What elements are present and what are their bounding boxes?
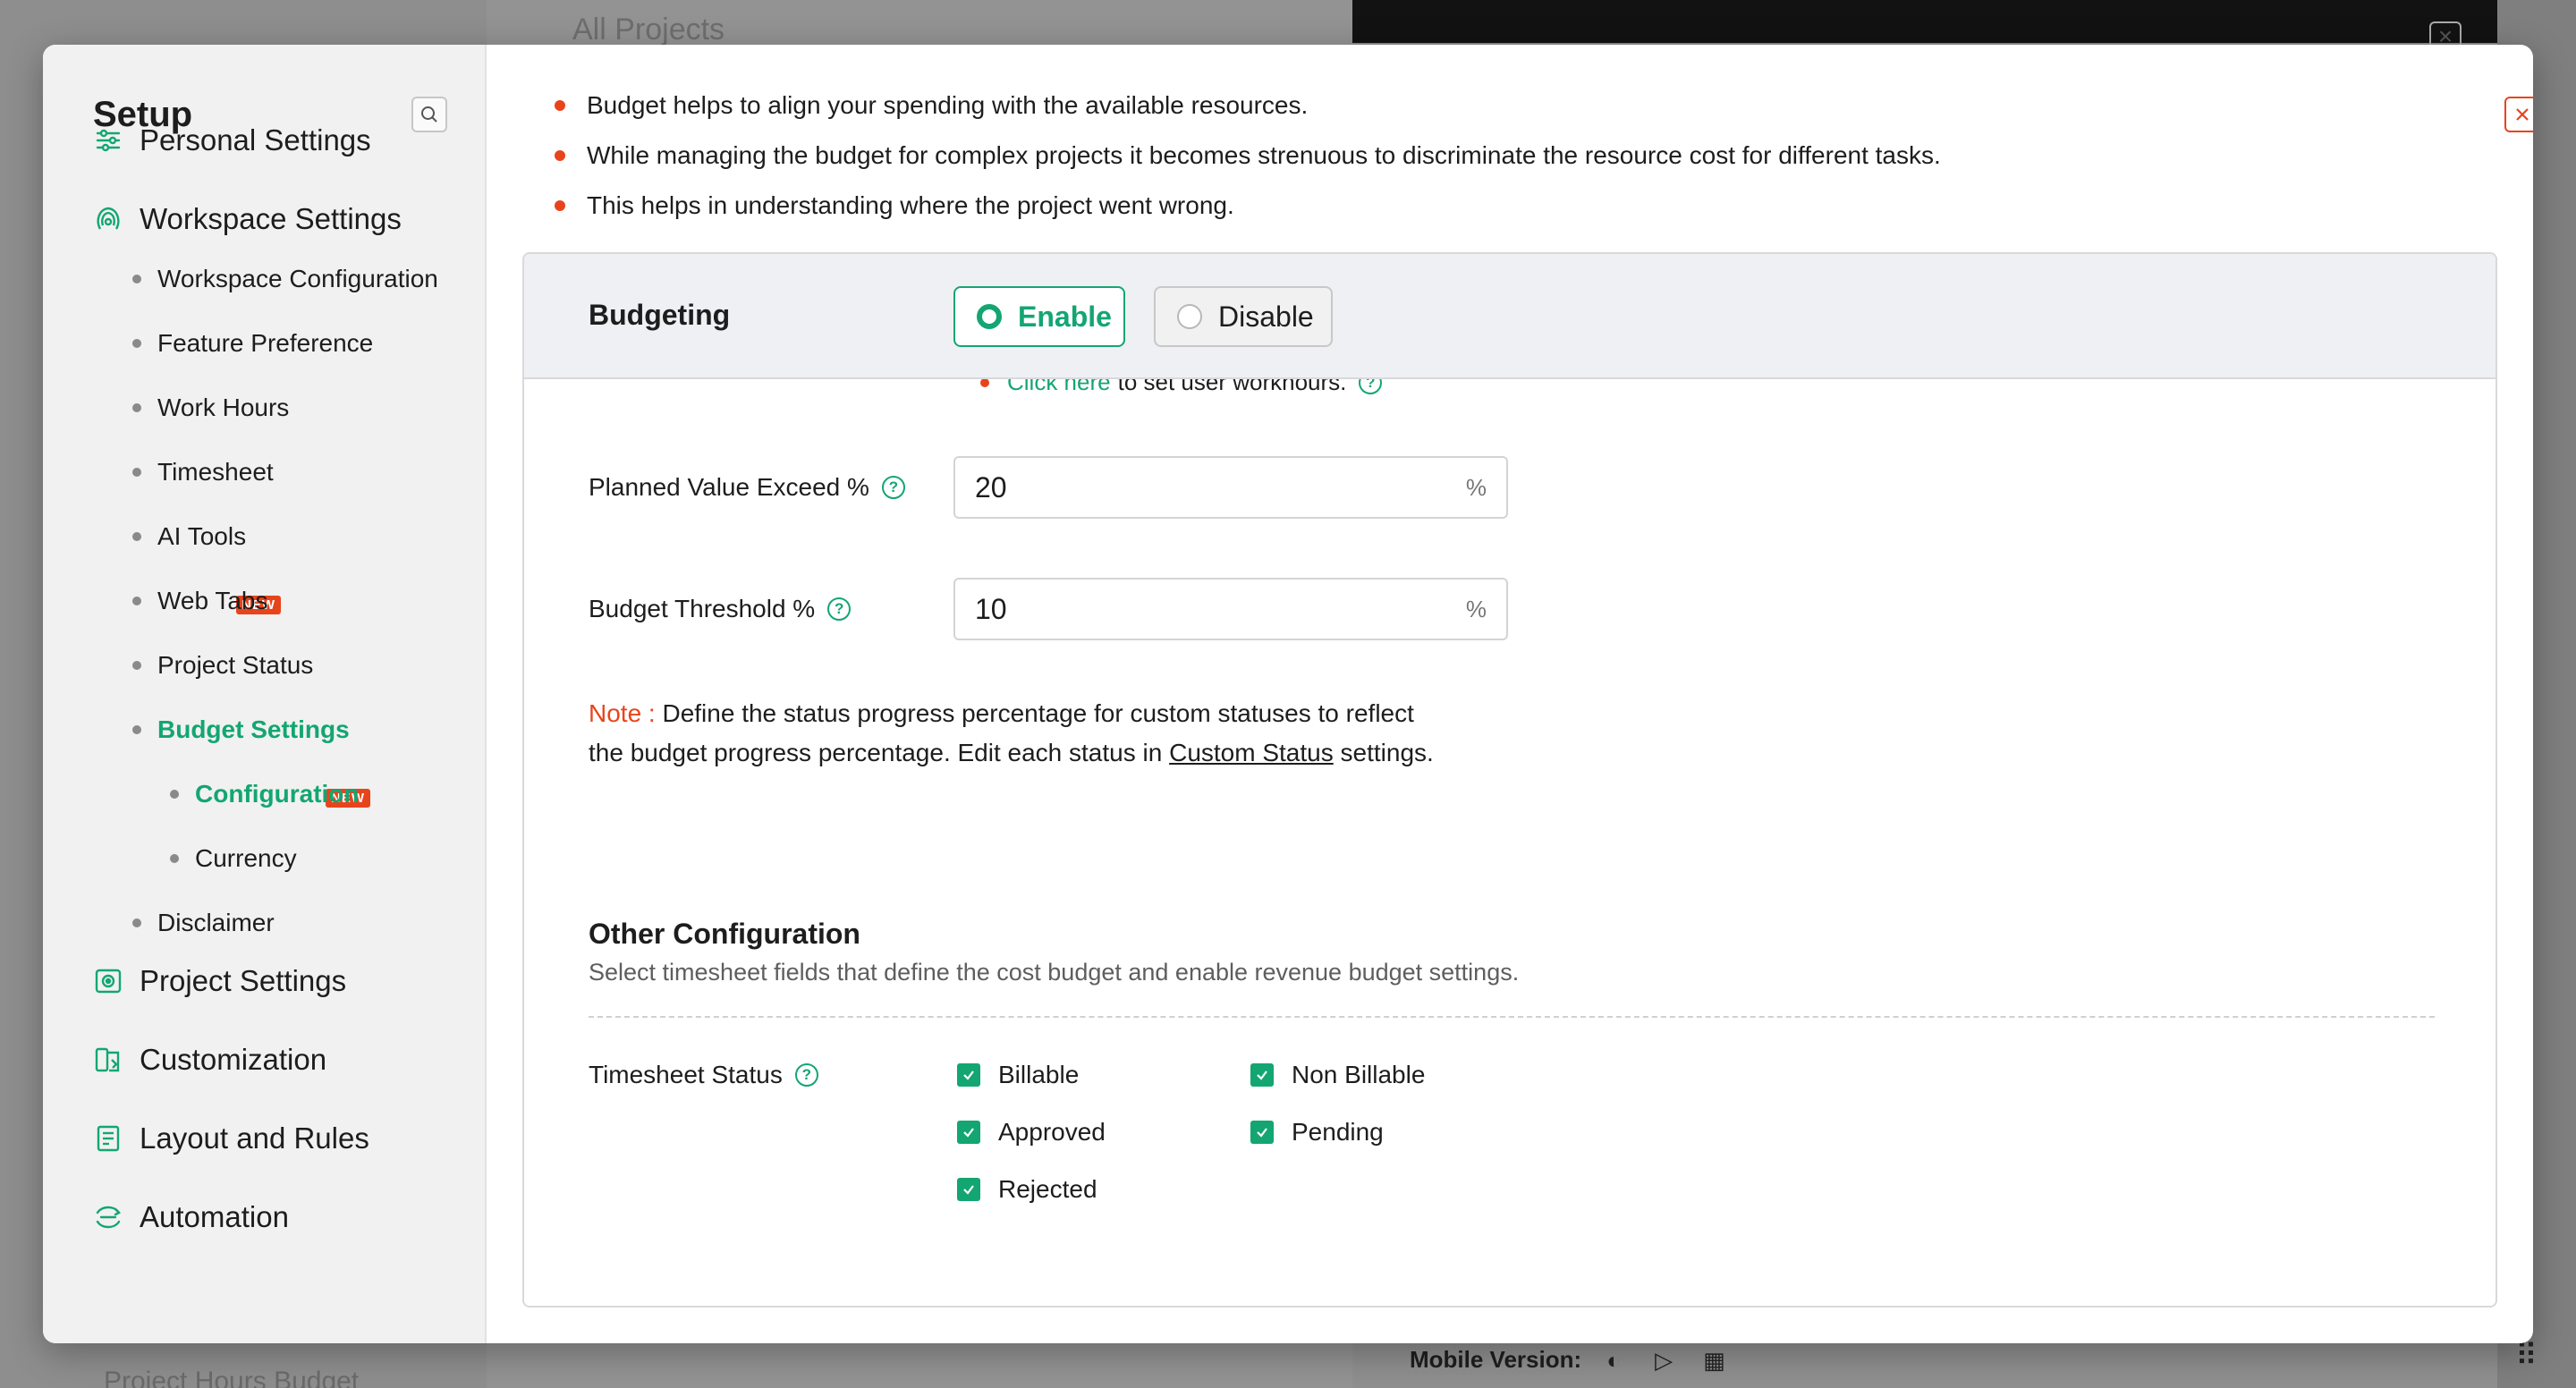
background-bottom-text: Project Hours Budget [104, 1367, 360, 1388]
setup-sidebar: Setup Personal Settings Workspace Settin… [43, 45, 487, 1343]
custom-status-link[interactable]: Custom Status [1169, 739, 1334, 766]
checkbox-checked-icon [1250, 1063, 1274, 1087]
disable-radio-button[interactable]: Disable [1154, 286, 1333, 347]
sidebar-subitem-currency[interactable]: Currency [170, 844, 297, 873]
sidebar-group-label: Layout and Rules [140, 1121, 369, 1155]
budget-intro-list: Budget helps to align your spending with… [555, 80, 1941, 231]
checkbox-checked-icon [1250, 1121, 1274, 1144]
background-page-title: All Projects [572, 13, 725, 47]
checkbox-checked-icon [957, 1121, 980, 1144]
sidebar-item-web-tabs[interactable]: Web Tabs [132, 587, 267, 615]
sidebar-group-workspace-settings[interactable]: Workspace Settings [93, 202, 402, 236]
setup-content: Budget helps to align your spending with… [487, 45, 2533, 1343]
list-item: This helps in understanding where the pr… [555, 181, 1941, 231]
background-top-bar [1352, 0, 2497, 43]
sidebar-group-label: Customization [140, 1043, 327, 1076]
sidebar-group-customization[interactable]: Customization [93, 1043, 326, 1077]
other-configuration-title: Other Configuration [589, 918, 860, 950]
budgeting-label: Budgeting [589, 299, 731, 331]
other-configuration-subtitle: Select timesheet fields that define the … [589, 959, 1520, 986]
percent-unit: % [1465, 595, 1487, 622]
sidebar-group-personal-settings[interactable]: Personal Settings [93, 123, 371, 157]
sidebar-group-automation[interactable]: Automation [93, 1200, 289, 1234]
help-icon[interactable]: ? [881, 476, 905, 499]
sidebar-group-label: Automation [140, 1200, 289, 1233]
checkbox-billable[interactable]: Billable [957, 1061, 1079, 1089]
search-icon [421, 106, 437, 123]
workspace-icon [97, 207, 120, 230]
project-icon [95, 969, 122, 994]
checkbox-pending[interactable]: Pending [1250, 1118, 1384, 1147]
radio-selected-icon [977, 304, 1002, 329]
sidebar-subitem-configuration[interactable]: Configuration [170, 780, 360, 808]
sidebar-group-label: Personal Settings [140, 123, 371, 157]
divider [589, 1016, 2435, 1018]
sidebar-item-disclaimer[interactable]: Disclaimer [132, 909, 275, 937]
automation-icon [96, 1206, 122, 1229]
help-icon[interactable]: ? [794, 1063, 818, 1087]
close-button[interactable] [2504, 97, 2533, 132]
sidebar-group-label: Project Settings [140, 964, 347, 997]
budgeting-toggle-header: Budgeting Enable Disable [524, 254, 2496, 379]
budget-threshold-row: Budget Threshold %? 10 % [589, 578, 1572, 640]
mobile-version-bar: Mobile Version: ◐ ▷ ▦ [1410, 1346, 1726, 1374]
customization-icon [95, 1047, 120, 1072]
list-item: While managing the budget for complex pr… [555, 131, 1941, 181]
sidebar-item-ai-tools[interactable]: AI Tools [132, 522, 246, 551]
checkbox-checked-icon [957, 1063, 980, 1087]
help-icon[interactable]: ? [827, 597, 852, 621]
sidebar-item-work-hours[interactable]: Work Hours [132, 394, 289, 422]
sidebar-group-label: Workspace Settings [140, 202, 402, 235]
timesheet-status-label: Timesheet Status ? [589, 1061, 818, 1089]
sidebar-search-button[interactable] [411, 97, 447, 132]
sliders-icon [96, 129, 121, 152]
apple-icon[interactable]: ◐ [1606, 1349, 1630, 1372]
checkbox-approved[interactable]: Approved [957, 1118, 1106, 1147]
budget-threshold-input[interactable]: 10 % [953, 578, 1508, 640]
sidebar-item-timesheet[interactable]: Timesheet [132, 458, 274, 487]
enable-radio-button[interactable]: Enable [953, 286, 1125, 347]
qr-code-icon[interactable]: ▦ [1703, 1349, 1726, 1372]
planned-value-exceed-row: Planned Value Exceed %? 20 % [589, 456, 1572, 519]
list-item: Budget helps to align your spending with… [555, 80, 1941, 131]
sidebar-item-feature-preference[interactable]: Feature Preference [132, 329, 373, 358]
sidebar-group-project-settings[interactable]: Project Settings [93, 964, 346, 998]
layout-icon [97, 1125, 120, 1152]
radio-unselected-icon [1177, 304, 1202, 329]
status-progress-note: Note : Define the status progress percen… [589, 699, 1434, 766]
setup-modal: Setup Personal Settings Workspace Settin… [43, 45, 2533, 1343]
percent-unit: % [1465, 473, 1487, 501]
apps-grid-icon[interactable]: ⠿ [2515, 1338, 2538, 1374]
mobile-version-label: Mobile Version: [1410, 1346, 1582, 1373]
close-icon [2516, 108, 2529, 121]
sidebar-item-project-status[interactable]: Project Status [132, 651, 313, 680]
play-store-icon[interactable]: ▷ [1655, 1349, 1678, 1372]
checkbox-non-billable[interactable]: Non Billable [1250, 1061, 1425, 1089]
sidebar-item-budget-settings[interactable]: Budget Settings [132, 715, 350, 744]
planned-value-exceed-input[interactable]: 20 % [953, 456, 1508, 519]
budget-settings-card: Budgeting Enable Disable Click here to s… [522, 252, 2497, 1308]
sidebar-item-workspace-configuration[interactable]: Workspace Configuration [132, 265, 438, 293]
checkbox-rejected[interactable]: Rejected [957, 1175, 1097, 1204]
checkbox-checked-icon [957, 1178, 980, 1201]
sidebar-group-layout-and-rules[interactable]: Layout and Rules [93, 1121, 369, 1155]
note-label: Note : [589, 699, 656, 727]
